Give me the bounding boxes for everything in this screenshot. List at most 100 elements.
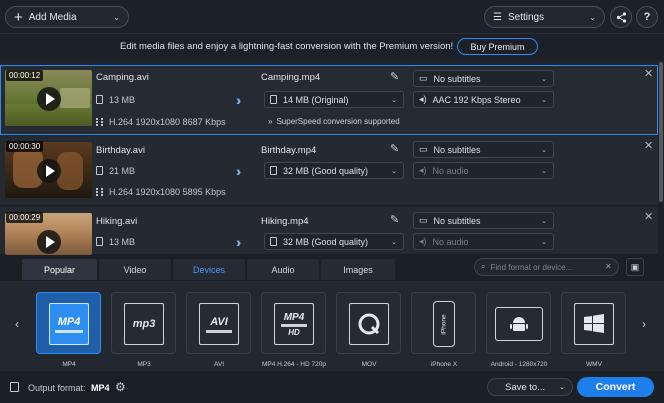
- chevron-down-icon: ⌄: [113, 12, 120, 22]
- convert-button[interactable]: Convert: [577, 377, 654, 397]
- edit-pencil-icon[interactable]: ✎: [390, 70, 399, 83]
- search-icon: ⌕: [481, 262, 486, 271]
- tab-images[interactable]: Images: [321, 259, 395, 280]
- share-button[interactable]: [610, 6, 632, 28]
- chevron-down-icon: ⌄: [391, 167, 397, 175]
- file-icon: [96, 166, 103, 175]
- format-label: MP4: [62, 361, 76, 368]
- source-size: 13 MB: [96, 237, 135, 247]
- remove-file-icon[interactable]: ✕: [644, 139, 653, 152]
- gear-icon[interactable]: ⚙: [115, 380, 126, 394]
- format-tile-mp4[interactable]: MP4: [36, 292, 101, 354]
- device-detect-button[interactable]: ▣: [626, 258, 644, 276]
- superspeed-icon: »: [268, 117, 273, 126]
- chevron-down-icon: ⌄: [541, 217, 547, 225]
- format-tile-mp4-hd[interactable]: MP4 HD: [261, 292, 326, 354]
- mp4-icon: MP4: [49, 303, 89, 345]
- mp3-icon: mp3: [124, 303, 164, 345]
- file-icon: [96, 237, 103, 246]
- convert-arrow-icon: ››: [236, 163, 243, 179]
- promo-text: Edit media files and enjoy a lightning-f…: [120, 41, 454, 52]
- tab-audio[interactable]: Audio: [247, 259, 319, 280]
- duration-badge: 00:00:12: [6, 70, 44, 81]
- source-codec: H.264 1920x1080 5895 Kbps: [96, 187, 226, 197]
- convert-arrow-icon: ››: [236, 92, 243, 108]
- chevron-down-icon: ⌄: [589, 12, 596, 22]
- output-file-name[interactable]: Birthday.mp4: [261, 145, 316, 156]
- speaker-icon: ◂): [419, 165, 427, 175]
- settings-label: Settings: [507, 11, 545, 23]
- superspeed-note: » SuperSpeed conversion supported: [268, 117, 400, 126]
- format-label: MP3: [137, 361, 151, 368]
- format-label: Android - 1280x720: [490, 361, 548, 368]
- buy-premium-button[interactable]: Buy Premium: [457, 38, 538, 55]
- subtitles-dropdown[interactable]: ▭ No subtitles ⌄: [413, 212, 554, 229]
- edit-pencil-icon[interactable]: ✎: [390, 213, 399, 226]
- file-icon: [270, 166, 277, 175]
- carousel-left-icon[interactable]: ‹: [15, 317, 19, 331]
- file-icon: [270, 237, 277, 246]
- source-codec: H.264 1920x1080 8687 Kbps: [96, 117, 226, 127]
- tab-popular[interactable]: Popular: [22, 259, 97, 280]
- windows-icon: [574, 303, 614, 345]
- play-icon[interactable]: [37, 87, 61, 111]
- output-format-value: MP4: [91, 383, 110, 393]
- android-icon: [495, 307, 543, 341]
- format-tile-mov[interactable]: [336, 292, 401, 354]
- format-search-input[interactable]: ⌕ Find format or device...: [474, 258, 619, 276]
- edit-pencil-icon[interactable]: ✎: [390, 142, 399, 155]
- chevron-down-icon: ⌄: [559, 384, 565, 391]
- format-tile-iphone-x[interactable]: iPhone: [411, 292, 476, 354]
- format-tile-mp3[interactable]: mp3: [111, 292, 176, 354]
- subtitles-dropdown[interactable]: ▭ No subtitles ⌄: [413, 141, 554, 158]
- carousel-right-icon[interactable]: ›: [642, 317, 646, 331]
- output-file-name[interactable]: Hiking.mp4: [261, 216, 309, 227]
- format-label: WMV: [586, 361, 602, 368]
- add-media-label: Add Media: [28, 11, 77, 23]
- plus-icon: +: [14, 8, 23, 26]
- help-icon: ?: [643, 11, 651, 23]
- subtitles-icon: ▭: [419, 73, 428, 83]
- add-media-button[interactable]: + Add Media ⌄: [5, 6, 129, 28]
- chevron-down-icon: ⌄: [391, 96, 397, 104]
- settings-button[interactable]: ☰ Settings ⌄: [484, 6, 605, 28]
- format-label: AVI: [214, 361, 224, 368]
- tab-devices[interactable]: Devices: [173, 259, 245, 280]
- format-label: iPhone X: [430, 361, 458, 368]
- output-size-dropdown[interactable]: 14 MB (Original) ⌄: [264, 91, 404, 108]
- output-size-dropdown[interactable]: 32 MB (Good quality) ⌄: [264, 162, 404, 179]
- subtitles-dropdown[interactable]: ▭ No subtitles ⌄: [413, 70, 554, 87]
- file-list-scrollbar[interactable]: [658, 60, 664, 255]
- format-tile-android[interactable]: [486, 292, 551, 354]
- audio-dropdown[interactable]: ◂) No audio ⌄: [413, 162, 554, 179]
- output-file-name[interactable]: Camping.mp4: [261, 72, 320, 83]
- format-tile-wmv[interactable]: [561, 292, 626, 354]
- file-icon: [96, 95, 103, 104]
- audio-dropdown[interactable]: ◂) AAC 192 Kbps Stereo ⌄: [413, 91, 554, 108]
- format-tile-avi[interactable]: AVI: [186, 292, 251, 354]
- play-icon[interactable]: [37, 230, 61, 254]
- audio-dropdown[interactable]: ◂) No audio ⌄: [413, 233, 554, 250]
- device-icon: ▣: [630, 261, 640, 272]
- duration-badge: 00:00:29: [6, 212, 44, 223]
- subtitles-icon: ▭: [419, 144, 428, 154]
- format-label: MOV: [361, 361, 377, 368]
- help-button[interactable]: ?: [636, 6, 658, 28]
- remove-file-icon[interactable]: ✕: [644, 67, 653, 80]
- tab-video[interactable]: Video: [99, 259, 171, 280]
- output-size-dropdown[interactable]: 32 MB (Good quality) ⌄: [264, 233, 404, 250]
- save-to-dropdown[interactable]: Save to... ⌄: [487, 378, 573, 396]
- chevron-down-icon: ⌄: [541, 238, 547, 246]
- chevron-down-icon: ⌄: [541, 75, 547, 83]
- chevron-down-icon: ⌄: [541, 167, 547, 175]
- remove-file-icon[interactable]: ✕: [644, 210, 653, 223]
- share-icon: [616, 11, 626, 23]
- settings-icon: ☰: [493, 11, 502, 23]
- film-icon: [96, 188, 103, 196]
- output-format-label: Output format:: [28, 383, 86, 393]
- chevron-down-icon: ⌄: [391, 238, 397, 246]
- clear-search-icon[interactable]: ✕: [605, 262, 612, 271]
- speaker-icon: ◂): [419, 236, 427, 246]
- play-icon[interactable]: [37, 159, 61, 183]
- speaker-icon: ◂): [419, 94, 427, 104]
